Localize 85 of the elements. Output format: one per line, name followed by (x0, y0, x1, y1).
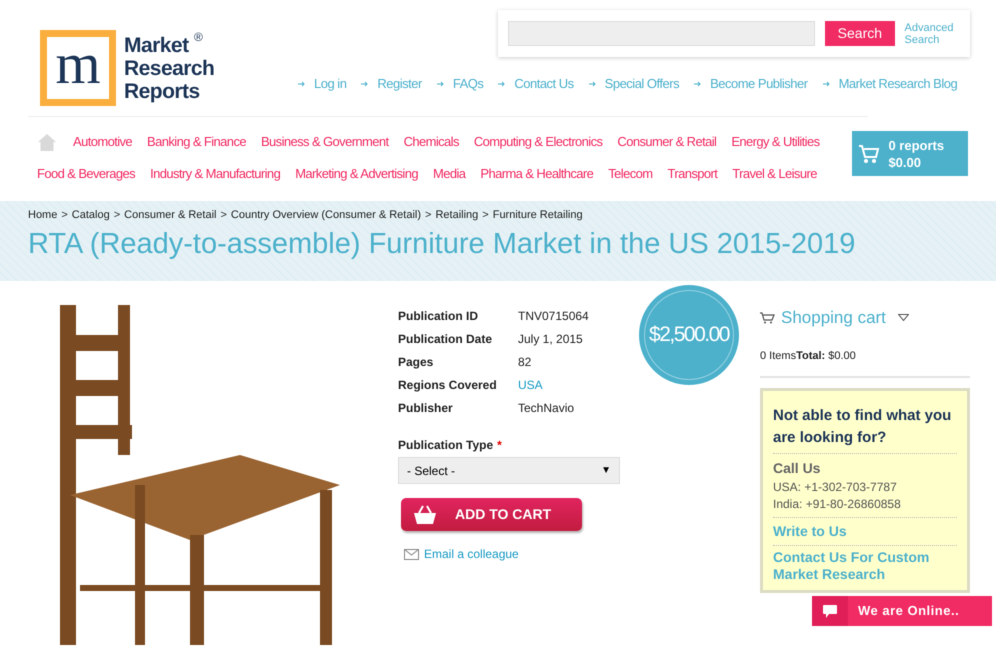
cart-count: 0 reports (888, 136, 944, 154)
breadcrumb-link[interactable]: Retailing (435, 207, 478, 224)
advanced-search-link[interactable]: Advanced Search (904, 22, 960, 46)
detail-value: TNV0715064 (518, 308, 589, 323)
category-link[interactable]: Business & Government (260, 132, 389, 152)
envelope-icon (404, 548, 419, 560)
search-button[interactable]: Search (825, 21, 895, 46)
category-link[interactable]: Travel & Leisure (732, 164, 817, 184)
arrow-icon (822, 80, 831, 87)
custom-research-link[interactable]: Contact Us For Custom Market Research (773, 546, 957, 586)
price-badge: $2,500.00 (639, 285, 739, 385)
caret-icon[interactable] (898, 314, 909, 322)
search-field[interactable] (508, 21, 816, 46)
category-link[interactable]: Energy & Utilities (731, 132, 820, 152)
cart-icon (760, 312, 775, 324)
cart-icon (858, 142, 880, 164)
chat-icon (812, 596, 848, 626)
category-link[interactable]: Telecom (608, 164, 652, 184)
detail-label: Publisher (398, 400, 454, 415)
breadcrumb-link[interactable]: Furniture Retailing (492, 207, 583, 224)
detail-value: 82 (518, 354, 532, 369)
category-link[interactable]: Transport (668, 164, 718, 184)
home-icon[interactable] (38, 134, 56, 150)
logo-mark: m (47, 37, 109, 99)
detail-label: Publication ID (398, 308, 480, 323)
arrow-icon (694, 80, 702, 87)
arrow-icon (436, 80, 445, 87)
logo-text: Research (124, 57, 214, 80)
phone-number: USA: +1-302-703-7787 (773, 479, 898, 496)
write-to-us-link[interactable]: Write to Us (773, 518, 957, 546)
logo-text: Market (124, 34, 189, 57)
breadcrumb-link[interactable]: Country Overview (Consumer & Retail) (230, 207, 422, 224)
basket-icon (413, 504, 437, 524)
arrow-icon (361, 80, 370, 87)
nav-link[interactable]: Log in (314, 74, 346, 94)
field-label: Publication Type (398, 437, 494, 454)
nav-link[interactable]: Special Offers (604, 74, 680, 94)
breadcrumb-link[interactable]: Home (28, 207, 58, 224)
nav-link[interactable]: Register (377, 74, 422, 94)
nav-link[interactable]: Market Research Blog (838, 74, 958, 94)
breadcrumb-separator: > (61, 208, 68, 223)
category-link[interactable]: Chemicals (404, 132, 459, 152)
detail-link[interactable]: USA (518, 376, 543, 392)
category-link[interactable]: Computing & Electronics (474, 132, 602, 152)
category-link[interactable]: Pharma & Healthcare (480, 164, 594, 184)
breadcrumb-link[interactable]: Catalog (72, 207, 110, 224)
category-link[interactable]: Industry & Manufacturing (150, 164, 280, 184)
breadcrumb-separator: > (114, 208, 120, 223)
breadcrumb-separator: > (425, 208, 432, 223)
logo-text: Reports (124, 80, 200, 103)
nav-link[interactable]: FAQs (452, 74, 484, 94)
arrow-icon (588, 80, 597, 87)
add-to-cart-button[interactable]: ADD TO CART (401, 498, 582, 531)
nav-link[interactable]: Become Publisher (710, 74, 808, 94)
detail-label: Regions Covered (398, 377, 498, 392)
detail-label: Pages (398, 354, 434, 369)
nav-link[interactable]: Contact Us (514, 74, 574, 94)
breadcrumb-separator: > (482, 208, 489, 223)
email-link[interactable]: Email a colleague (424, 545, 519, 563)
help-heading: Not able to find what you are looking for? (773, 405, 957, 454)
detail-value: July 1, 2015 (518, 331, 583, 346)
category-link[interactable]: Food & Beverages (37, 164, 136, 184)
category-link[interactable]: Media (432, 164, 466, 184)
category-link[interactable]: Banking & Finance (147, 132, 246, 152)
publication-type-select[interactable]: - Select - ▼ (398, 457, 620, 484)
phone-number: India: +91-80-26860858 (773, 496, 902, 513)
breadcrumb-link[interactable]: Consumer & Retail (124, 207, 216, 224)
breadcrumb-separator: > (220, 208, 227, 223)
registered-mark: ® (194, 29, 203, 46)
dropdown-arrow: ▼ (601, 464, 611, 478)
category-link[interactable]: Automotive (73, 132, 132, 152)
category-link[interactable]: Consumer & Retail (617, 132, 716, 152)
shopping-cart-heading[interactable]: Shopping cart (781, 305, 886, 330)
detail-value: TechNavio (518, 400, 574, 415)
page-title: RTA (Ready-to-assemble) Furniture Market in the US 2015-2019 (28, 226, 856, 262)
cart-total: $0.00 (888, 154, 922, 170)
detail-label: Publication Date (398, 331, 494, 346)
chat-button[interactable]: We are Online.. (812, 596, 992, 626)
arrow-icon (298, 80, 306, 87)
cart-summary: 0 ItemsTotal: $0.00 (760, 348, 970, 378)
required-mark: * (497, 437, 502, 454)
cart-button[interactable]: 0 reports $0.00 (852, 131, 968, 176)
category-link[interactable]: Marketing & Advertising (295, 164, 418, 184)
call-us-heading: Call Us (773, 459, 822, 478)
arrow-icon (498, 80, 506, 87)
